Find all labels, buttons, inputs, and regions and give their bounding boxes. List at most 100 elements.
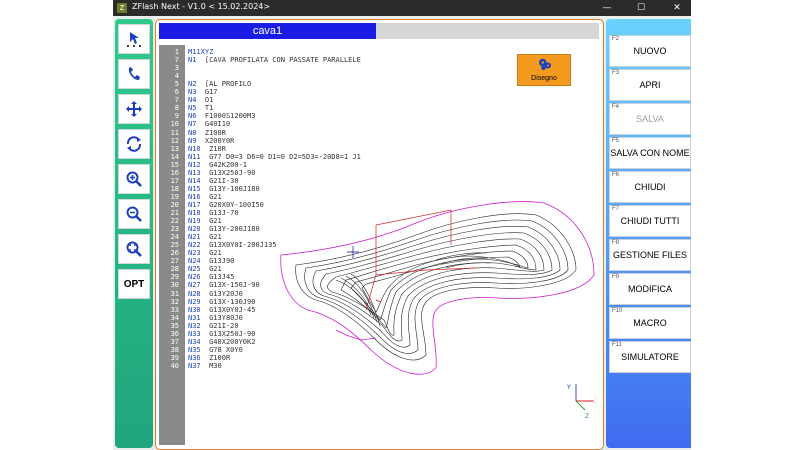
move-tool-button[interactable]	[118, 94, 150, 124]
button-chiudi[interactable]: F6 CHIUDI	[609, 171, 691, 203]
code-line: N23 G21	[188, 249, 222, 258]
code-line: N32 G21I-20	[188, 321, 239, 330]
button-chiudi-tutti[interactable]: F7 CHIUDI TUTTI	[609, 205, 691, 237]
button-nuovo[interactable]: F2 NUOVO	[609, 35, 691, 67]
code-line: N9 X200Y0R	[188, 136, 235, 145]
line-number: 24	[170, 233, 179, 242]
code-line: N14 G21I-30	[188, 176, 239, 185]
line-number: 22	[170, 217, 179, 226]
function-key-label: F8	[612, 240, 620, 246]
code-line: N25 G21	[188, 265, 222, 274]
rotate-icon	[126, 136, 142, 152]
button-label: GESTIONE FILES	[612, 250, 688, 260]
code-line: N7 G40I10	[188, 120, 231, 129]
minimize-button[interactable]: —	[595, 0, 619, 16]
line-number: 7	[174, 56, 179, 65]
line-number: 15	[170, 160, 179, 169]
line-number: 7	[174, 96, 179, 105]
line-number: 9	[174, 112, 179, 121]
code-line: N30 G13X0Y0J-45	[188, 305, 256, 314]
line-number: 26	[170, 249, 179, 258]
code-line: N12 G42K200-1	[188, 160, 248, 169]
profile-offsets	[295, 213, 577, 361]
code-line: N29 G13X-130J90	[188, 297, 256, 306]
zoom-fit-tool-button[interactable]	[118, 234, 150, 264]
zoom-in-tool-button[interactable]	[118, 164, 150, 194]
function-key-label: F2	[612, 36, 620, 42]
code-line: N35 G78 X0Y0	[188, 345, 243, 354]
button-gestione-files[interactable]: F8 GESTIONE FILES	[609, 239, 691, 271]
function-key-label: F4	[612, 104, 620, 110]
button-label: CHIUDI TUTTI	[620, 216, 680, 226]
line-number: 25	[170, 241, 179, 250]
line-number: 34	[170, 313, 179, 322]
tab-cava1[interactable]: cava1	[159, 23, 376, 39]
code-line: N27 G13X-150J-90	[188, 281, 260, 290]
line-number: 35	[170, 321, 179, 330]
opt-label: OPT	[123, 278, 145, 290]
line-number: 1	[174, 48, 179, 56]
line-number: 37	[170, 337, 179, 346]
draw-button-label: Disegno	[531, 75, 557, 82]
app-area: OPT cava1 1 7 3 4 5 6 7 8 9 10 11 12 13 14 15 16 17 18 19 2…	[113, 16, 691, 450]
function-key-label: F10	[612, 308, 623, 314]
line-number: 32	[170, 297, 179, 306]
start-cross	[347, 246, 359, 258]
code-line: N21 G21	[188, 233, 222, 242]
line-number: 39	[170, 353, 179, 362]
line-number: 21	[170, 209, 179, 217]
left-toolbar: OPT	[115, 19, 153, 448]
line-number: 4	[174, 72, 179, 81]
line-number: 29	[170, 273, 179, 282]
button-label: MODIFICA	[628, 284, 672, 294]
zoom-out-tool-button[interactable]	[118, 199, 150, 229]
opt-button[interactable]: OPT	[118, 269, 150, 299]
button-salva-con-nome[interactable]: F5 SALVA CON NOME	[609, 137, 691, 169]
inner-pocket	[335, 252, 491, 327]
button-label: APRI	[639, 80, 661, 90]
code-line: N11 G77 D0=3 D6=0 D1=0 D2=5D3=-20D8=1 J1	[188, 152, 361, 161]
phone-tool-button[interactable]	[118, 59, 150, 89]
button-label: MACRO	[633, 318, 667, 328]
pointer-tool-button[interactable]	[118, 24, 150, 54]
code-line: N10 Z10R	[188, 144, 226, 153]
code-line: N36 Z100R	[188, 353, 231, 362]
tab-bar: cava1	[159, 23, 599, 39]
button-macro[interactable]: F10 MACRO	[609, 307, 691, 339]
code-line: N1 [CAVA PROFILATA CON PASSATE PARALLELE	[188, 56, 361, 65]
axis-y-label: Y	[566, 384, 571, 391]
code-line: N16 G21	[188, 192, 222, 201]
line-number: 19	[170, 192, 179, 201]
button-modifica[interactable]: F9 MODIFICA	[609, 273, 691, 305]
code-line: N3 G17	[188, 88, 218, 97]
code-line: N17 G20X0Y-100I50	[188, 200, 264, 209]
line-number: 18	[170, 184, 179, 193]
function-key-label: F9	[612, 274, 620, 280]
close-button[interactable]: ✕	[665, 0, 689, 16]
rotate-tool-button[interactable]	[118, 129, 150, 159]
draw-button[interactable]: Disegno	[517, 54, 571, 86]
code-line: N15 G13Y-100J180	[188, 184, 260, 193]
button-label: CHIUDI	[634, 182, 666, 192]
maximize-button[interactable]: ☐	[629, 0, 653, 16]
code-line: N8 Z100R	[188, 128, 226, 137]
line-number: 36	[170, 329, 179, 338]
code-line: N37 M30	[188, 361, 222, 370]
button-apri[interactable]: F3 APRI	[609, 69, 691, 101]
button-salva[interactable]: F4 SALVA	[609, 103, 691, 135]
title-bar: Z ZFlash Next - V1.0 < 15.02.2024> — ☐ ✕	[113, 0, 691, 16]
line-number: 11	[170, 128, 179, 137]
code-line: N24 G13J90	[188, 257, 235, 266]
code-line: N18 G13J-70	[188, 209, 239, 217]
line-number: 28	[170, 265, 179, 274]
code-line: N34 G40X200Y0K2	[188, 337, 256, 346]
button-simulatore[interactable]: F11 SIMULATORE	[609, 341, 691, 373]
code-line: N28 G13Y20J0	[188, 289, 243, 298]
right-toolbar: F2 NUOVO F3 APRI F4 SALVA F5 SALVA CON NOME F6 CH…	[606, 19, 691, 448]
line-number: 17	[170, 176, 179, 185]
button-label: SALVA	[636, 114, 664, 124]
axis-triad	[575, 384, 594, 411]
line-number: 30	[170, 281, 179, 290]
line-number: 23	[170, 225, 179, 234]
app-icon: Z	[117, 3, 127, 13]
